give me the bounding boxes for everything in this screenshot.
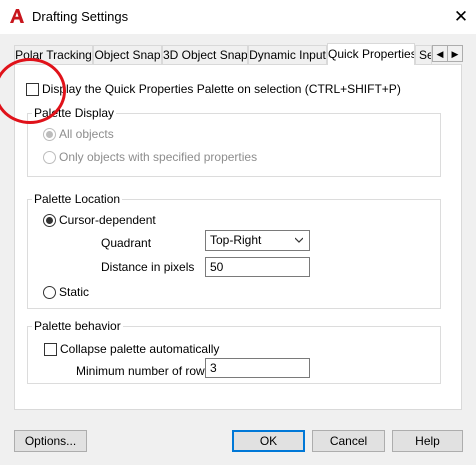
tab-selection-cycling[interactable]: Se (415, 45, 432, 64)
chevron-down-icon (295, 237, 303, 243)
tab-3d-object-snap[interactable]: 3D Object Snap (162, 45, 248, 64)
autocad-a-icon (9, 8, 25, 24)
min-rows-label: Minimum number of rows (76, 364, 211, 378)
distance-input[interactable]: 50 (205, 257, 310, 277)
quadrant-select-value: Top-Right (210, 233, 262, 247)
display-quick-properties-label: Display the Quick Properties Palette on … (42, 82, 401, 96)
quadrant-select[interactable]: Top-Right (205, 230, 310, 251)
palette-display-title: Palette Display (32, 106, 117, 120)
specified-objects-label: Only objects with specified properties (59, 150, 258, 164)
collapse-palette-checkbox[interactable] (44, 343, 57, 356)
cursor-dependent-radio[interactable] (43, 214, 56, 227)
display-quick-properties-checkbox[interactable] (26, 83, 39, 96)
palette-location-title: Palette Location (32, 192, 123, 206)
tab-quick-properties[interactable]: Quick Properties (327, 43, 415, 65)
tab-object-snap[interactable]: Object Snap (93, 45, 162, 64)
specified-objects-radio[interactable] (43, 151, 56, 164)
quadrant-label: Quadrant (101, 236, 152, 250)
tab-scroll-left-icon[interactable]: ◀ (432, 45, 448, 62)
cursor-dependent-label: Cursor-dependent (59, 213, 156, 227)
distance-label: Distance in pixels (101, 260, 195, 274)
cancel-button[interactable]: Cancel (312, 430, 385, 452)
static-label: Static (59, 285, 90, 299)
min-rows-input[interactable]: 3 (205, 358, 310, 378)
tab-strip: Polar Tracking Object Snap 3D Object Sna… (14, 43, 463, 65)
ok-button[interactable]: OK (232, 430, 305, 452)
collapse-palette-label: Collapse palette automatically (60, 342, 220, 356)
close-icon[interactable]: ✕ (448, 4, 474, 30)
tab-dynamic-input[interactable]: Dynamic Input (248, 45, 327, 64)
help-button[interactable]: Help (392, 430, 463, 452)
tab-polar-tracking[interactable]: Polar Tracking (14, 45, 93, 64)
all-objects-radio[interactable] (43, 128, 56, 141)
palette-display-group (27, 113, 441, 177)
window-title: Drafting Settings (32, 9, 129, 24)
all-objects-label: All objects (59, 127, 114, 141)
palette-behavior-title: Palette behavior (32, 319, 123, 333)
tab-scroll-right-icon[interactable]: ▶ (447, 45, 463, 62)
static-radio[interactable] (43, 286, 56, 299)
options-button[interactable]: Options... (14, 430, 87, 452)
